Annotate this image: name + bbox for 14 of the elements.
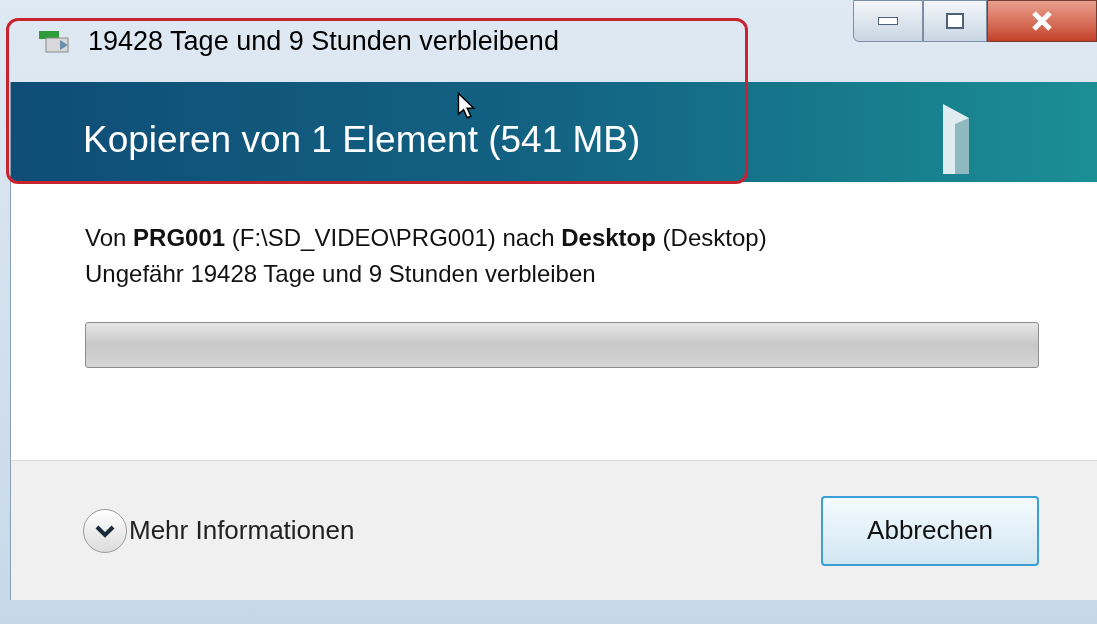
copy-description: Von PRG001 (F:\SD_VIDEO\PRG001) nach Desktop (Desktop) [85,223,768,253]
close-icon [1031,11,1053,31]
close-button[interactable] [987,0,1097,42]
flag-icon [941,104,971,174]
copy-icon [38,28,72,54]
cancel-button[interactable]: Abbrechen [821,495,1039,566]
chevron-down-icon [94,523,116,538]
minimize-button[interactable] [853,0,923,42]
dialog-heading: Kopieren von 1 Element (541 MB) [83,121,641,158]
maximize-button[interactable] [923,0,987,42]
time-remaining: Ungefähr 19428 Tage und 9 Stunden verbleiben [85,259,597,289]
mouse-pointer-icon [457,92,476,120]
more-info-toggle[interactable]: Mehr Informationen [83,508,355,553]
window-title: 19428 Tage und 9 Stunden verbleibend [88,24,559,58]
